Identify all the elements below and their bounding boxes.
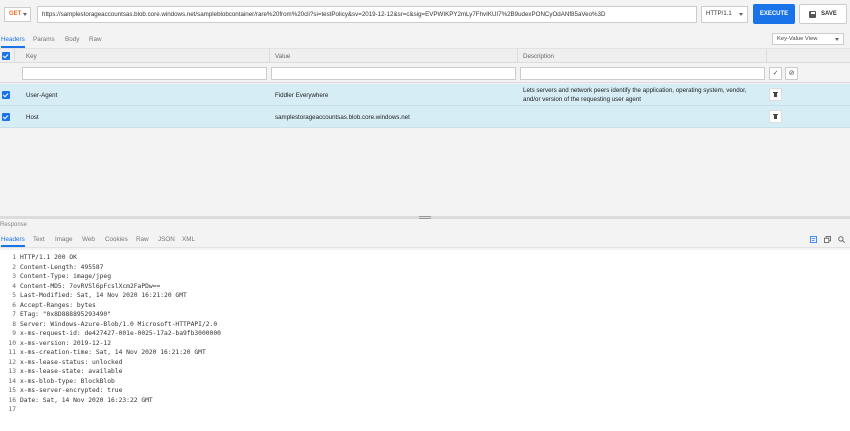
table-row[interactable]: Host samplestorageaccountsas.blob.core.w… bbox=[0, 106, 850, 128]
new-value-input[interactable] bbox=[271, 67, 516, 80]
save-label: SAVE bbox=[821, 11, 837, 17]
method-select[interactable]: GET bbox=[4, 7, 31, 22]
tab-xml[interactable]: XML bbox=[182, 236, 195, 243]
code-line: 7 ETag: "0x8D888895293490" bbox=[12, 311, 111, 318]
header-description-line-2: and/or version of the requesting user ag… bbox=[523, 96, 641, 103]
tab-cookies[interactable]: Cookies bbox=[105, 236, 128, 243]
request-tabs: Headers Params Body Raw bbox=[0, 31, 850, 49]
method-label: GET bbox=[9, 11, 22, 17]
code-line: 3 Content-Type: image/jpeg bbox=[12, 273, 111, 280]
table-row[interactable]: User-Agent Fiddler Everywhere Lets serve… bbox=[0, 84, 850, 106]
trash-icon[interactable] bbox=[769, 110, 782, 123]
check-icon: ✓ bbox=[772, 70, 779, 77]
code-line: 9 x-ms-request-id: de427427-001e-0025-17a… bbox=[12, 330, 221, 337]
code-line: 15 x-ms-server-encrypted: true bbox=[8, 387, 123, 394]
chevron-down-icon bbox=[739, 13, 743, 16]
row-checkbox[interactable] bbox=[2, 113, 10, 121]
word-wrap-icon[interactable] bbox=[810, 236, 817, 243]
search-icon[interactable] bbox=[838, 236, 845, 243]
table-header: Key Value Description bbox=[0, 49, 850, 63]
headers-table: Key Value Description ✓ ⊘ User-Agent Fid… bbox=[0, 49, 850, 213]
tab-json[interactable]: JSON bbox=[158, 236, 175, 243]
response-label: Response bbox=[0, 222, 28, 228]
cancel-icon: ⊘ bbox=[788, 70, 795, 77]
code-line: 6 Accept-Ranges: bytes bbox=[12, 301, 96, 309]
header-key: Host bbox=[26, 114, 39, 121]
protocol-label: HTTP/1.1 bbox=[706, 11, 732, 17]
row-checkbox[interactable] bbox=[2, 91, 10, 99]
column-divider bbox=[269, 49, 270, 63]
code-line: 14 x-ms-blob-type: BlockBlob bbox=[8, 377, 115, 385]
trash-icon[interactable] bbox=[769, 88, 782, 101]
response-body[interactable]: 1 HTTP/1.1 200 OK 2 Content-Length: 495587… bbox=[0, 250, 850, 431]
select-all-checkbox[interactable] bbox=[2, 52, 10, 60]
new-key-input[interactable] bbox=[22, 67, 267, 80]
new-header-row: ✓ ⊘ bbox=[0, 64, 850, 83]
header-description-line-1: Lets servers and network peers identify … bbox=[523, 87, 747, 94]
tab-params[interactable]: Params bbox=[33, 36, 55, 43]
view-mode-label: Key-Value View bbox=[777, 36, 818, 42]
execute-button[interactable]: EXECUTE bbox=[753, 4, 795, 24]
column-divider bbox=[14, 49, 15, 63]
tab-image[interactable]: Image bbox=[55, 236, 73, 243]
code-line: 16 Date: Sat, 14 Nov 2020 16:23:22 GMT bbox=[8, 396, 153, 404]
tab-response-headers[interactable]: Headers bbox=[1, 236, 25, 247]
column-key: Key bbox=[26, 53, 37, 60]
code-line: 17 bbox=[8, 406, 16, 413]
protocol-select[interactable]: HTTP/1.1 bbox=[701, 6, 748, 23]
tab-body[interactable]: Body bbox=[65, 36, 79, 43]
url-input[interactable]: https://samplestorageaccountsas.blob.cor… bbox=[37, 6, 697, 23]
save-icon bbox=[809, 11, 816, 18]
tab-web[interactable]: Web bbox=[82, 236, 95, 243]
request-bar: GET https://samplestorageaccountsas.blob… bbox=[0, 0, 850, 30]
code-line: 8 Server: Windows-Azure-Blob/1.0 Microsof… bbox=[12, 320, 218, 328]
chevron-down-icon bbox=[23, 13, 27, 16]
tab-raw[interactable]: Raw bbox=[89, 36, 102, 43]
code-line: 11 x-ms-creation-time: Sat, 14 Nov 2020 1… bbox=[8, 349, 206, 356]
code-line: 2 Content-Length: 495587 bbox=[12, 263, 104, 271]
drag-handle-icon[interactable] bbox=[419, 216, 431, 219]
header-value: samplestorageaccountsas.blob.core.window… bbox=[275, 114, 410, 121]
code-line: 1 HTTP/1.1 200 OK bbox=[12, 254, 77, 261]
confirm-add-button[interactable]: ✓ bbox=[769, 67, 782, 80]
save-button[interactable]: SAVE bbox=[799, 4, 847, 24]
column-value: Value bbox=[275, 53, 291, 60]
code-line: 4 Content-MD5: 7ovRVSl6pFcslXcm2FaPDw== bbox=[12, 282, 161, 290]
header-value: Fiddler Everywhere bbox=[275, 92, 329, 99]
new-description-input[interactable] bbox=[520, 67, 765, 80]
chevron-down-icon bbox=[835, 38, 839, 41]
code-line: 10 x-ms-version: 2019-12-12 bbox=[8, 339, 111, 347]
code-line: 5 Last-Modified: Sat, 14 Nov 2020 16:21:2… bbox=[12, 292, 187, 299]
header-key: User-Agent bbox=[26, 92, 58, 99]
column-divider bbox=[517, 49, 518, 63]
tab-text[interactable]: Text bbox=[33, 236, 45, 243]
code-line: 13 x-ms-lease-state: available bbox=[8, 368, 123, 375]
response-tabs: Headers Text Image Web Cookies Raw JSON … bbox=[0, 232, 850, 248]
view-mode-select[interactable]: Key-Value View bbox=[772, 33, 844, 45]
code-line: 12 x-ms-lease-status: unlocked bbox=[8, 358, 123, 366]
column-description: Description bbox=[523, 53, 554, 60]
column-divider bbox=[766, 49, 767, 63]
tab-headers[interactable]: Headers bbox=[1, 36, 25, 48]
copy-icon[interactable] bbox=[824, 236, 831, 243]
tab-raw-response[interactable]: Raw bbox=[136, 236, 149, 243]
cancel-add-button[interactable]: ⊘ bbox=[785, 67, 798, 80]
